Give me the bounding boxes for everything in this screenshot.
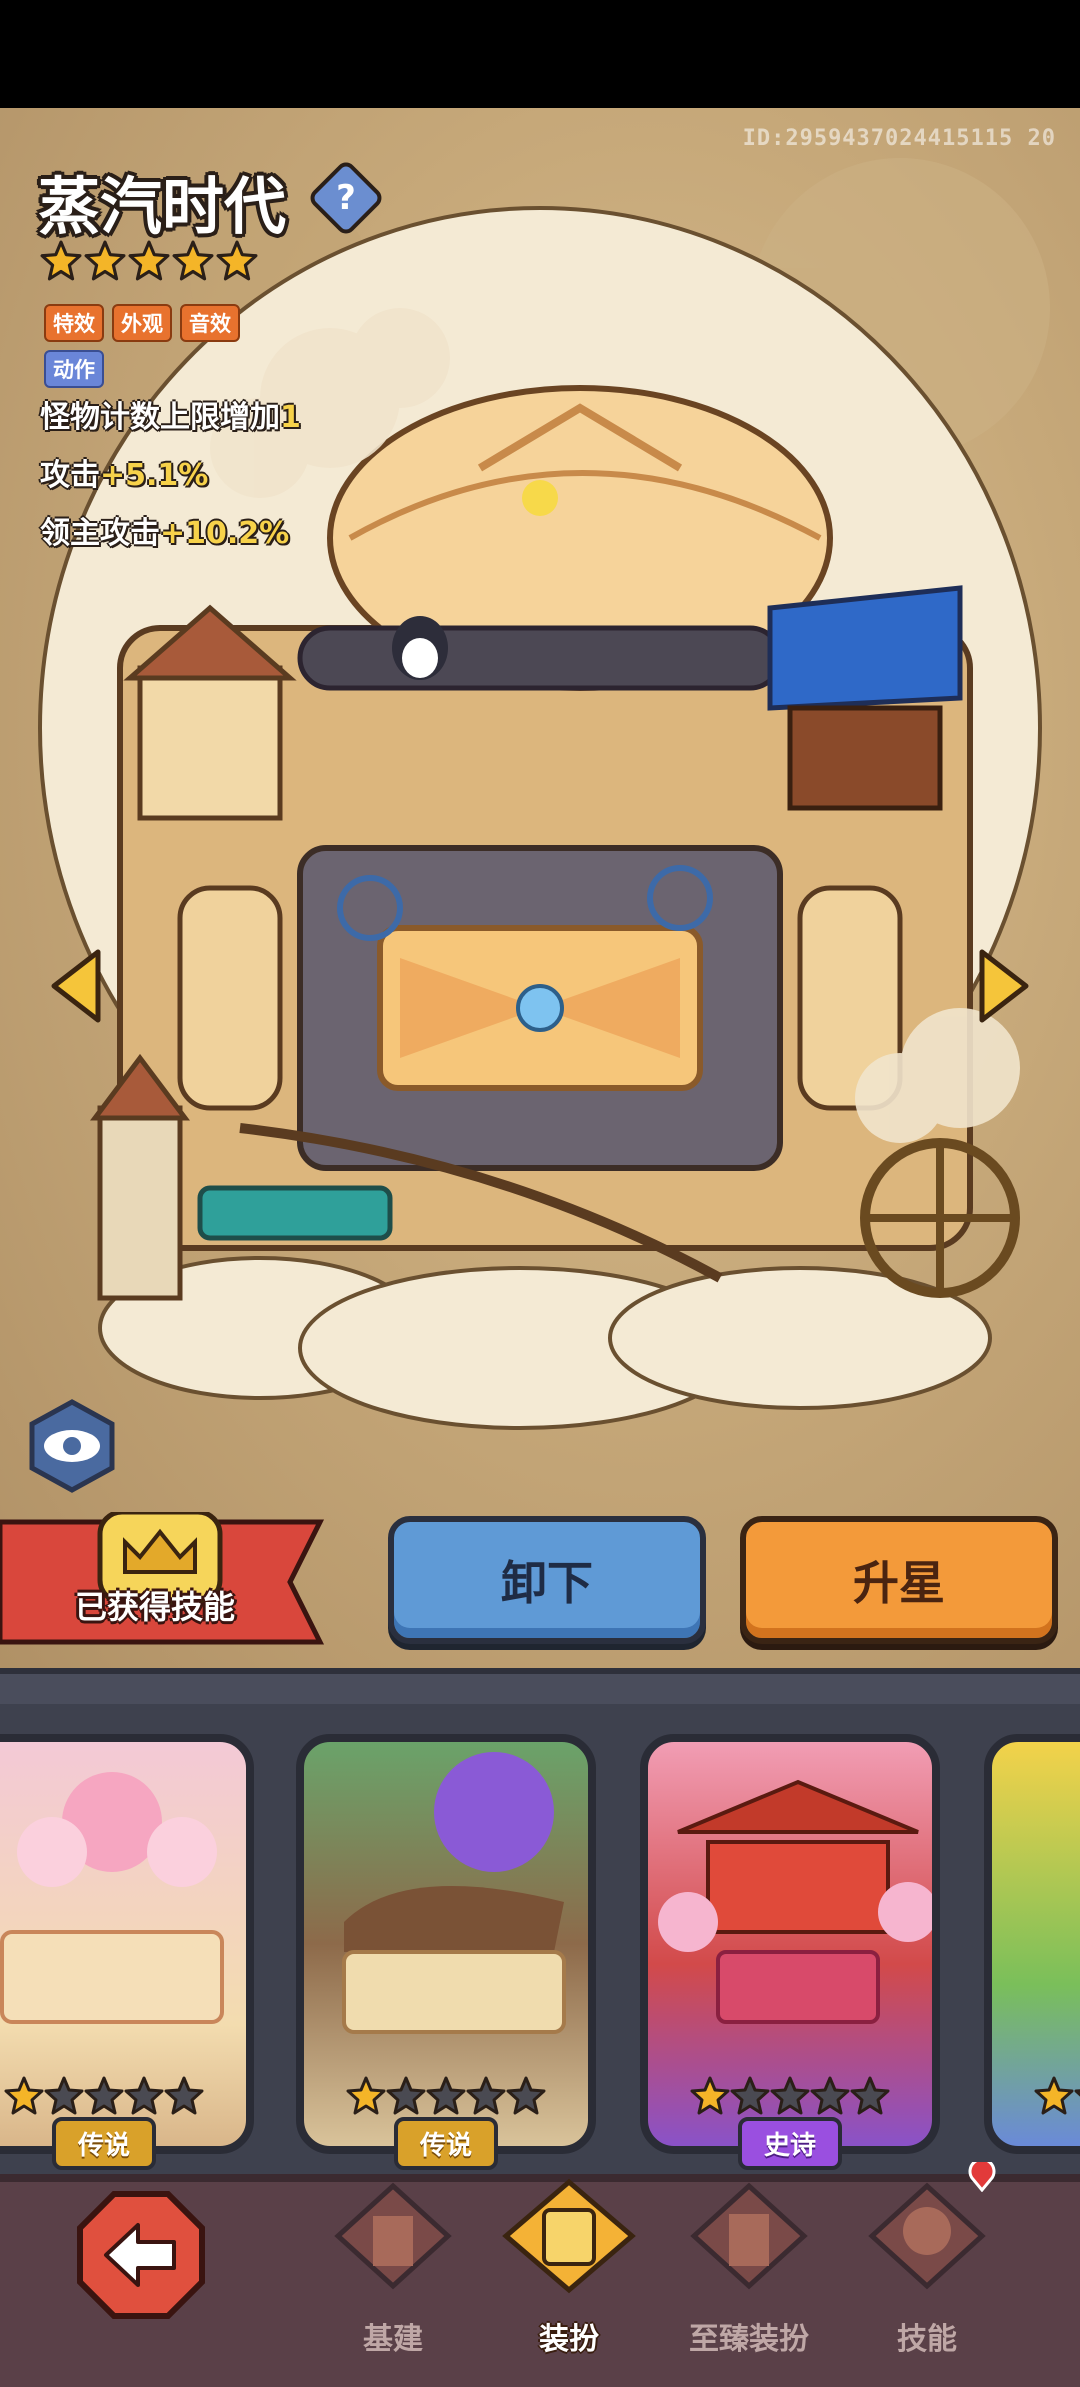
star-empty-icon xyxy=(466,2076,506,2115)
star-empty-icon xyxy=(810,2076,850,2115)
star-empty-icon xyxy=(124,2076,164,2115)
player-id: ID:2959437024415115 20 xyxy=(742,126,1056,151)
buff-item: 怪物计数上限增加1 xyxy=(40,400,301,435)
candy-castle-thumbnail xyxy=(0,1772,224,2024)
premium-dress-icon xyxy=(690,2182,808,2290)
buff-item: 领主攻击+10.2% xyxy=(40,516,290,551)
skin-carousel[interactable]: 传说 传说 史诗 史诗 xyxy=(0,1704,1080,2174)
star-rating xyxy=(40,240,258,282)
card-stars xyxy=(648,2076,932,2116)
nav-premium-dress-up[interactable]: 至臻装扮 xyxy=(674,2176,824,2376)
status-bar xyxy=(0,0,1080,108)
skill-icon xyxy=(868,2182,986,2290)
buff-list: 怪物计数上限增加1 攻击+5.1% 领主攻击+10.2% xyxy=(40,392,301,566)
nav-infrastructure[interactable]: 基建 xyxy=(318,2176,468,2376)
skin-card[interactable] xyxy=(640,1734,940,2154)
star-filled-icon xyxy=(40,240,82,281)
next-arrow-icon[interactable] xyxy=(974,946,1034,1026)
nav-skill[interactable]: 技能 xyxy=(852,2176,1002,2376)
nav-label: 技能 xyxy=(897,2322,957,2357)
notification-dot-icon xyxy=(968,2162,996,2192)
star-filled-icon xyxy=(128,240,170,281)
star-filled-icon xyxy=(690,2076,730,2115)
star-empty-icon xyxy=(426,2076,466,2115)
card-stars xyxy=(0,2076,246,2116)
star-empty-icon xyxy=(44,2076,84,2115)
feature-tag: 特效 xyxy=(44,304,104,342)
star-empty-icon xyxy=(164,2076,204,2115)
feature-tag: 音效 xyxy=(180,304,240,342)
star-empty-icon xyxy=(84,2076,124,2115)
star-empty-icon xyxy=(1074,2089,1080,2097)
rarity-badge: 传说 xyxy=(393,2117,499,2170)
star-filled-icon xyxy=(1034,2076,1074,2115)
star-empty-icon xyxy=(386,2076,426,2115)
skin-title: 蒸汽时代 xyxy=(38,170,287,243)
rarity-badge: 传说 xyxy=(51,2117,157,2170)
prev-arrow-icon[interactable] xyxy=(46,946,106,1026)
star-filled-icon xyxy=(216,240,258,281)
feature-tag: 外观 xyxy=(112,304,172,342)
nav-label: 至臻装扮 xyxy=(689,2322,809,2357)
octopus-ship-thumbnail xyxy=(342,1752,566,2034)
question-icon: ? xyxy=(336,178,356,218)
feature-tags: 特效 外观 音效 xyxy=(44,304,240,342)
nav-dress-up[interactable]: 装扮 xyxy=(494,2176,644,2376)
carousel-header-strip xyxy=(0,1668,1080,1704)
feature-tags-2: 动作 xyxy=(44,350,104,388)
feature-tag: 动作 xyxy=(44,350,104,388)
star-empty-icon xyxy=(506,2076,546,2115)
card-stars xyxy=(992,2076,1080,2116)
skin-card[interactable] xyxy=(0,1734,254,2154)
star-filled-icon xyxy=(84,240,126,281)
rarity-badge: 史诗 xyxy=(737,2117,843,2170)
pillar-icon xyxy=(334,2182,452,2290)
buff-item: 攻击+5.1% xyxy=(40,458,209,493)
obtained-skill-label: 已获得技能 xyxy=(74,1588,235,1626)
card-stars xyxy=(304,2076,588,2116)
skin-card[interactable] xyxy=(296,1734,596,2154)
back-arrow-icon[interactable] xyxy=(76,2190,206,2320)
star-filled-icon xyxy=(346,2076,386,2115)
unequip-button[interactable]: 卸下 xyxy=(388,1516,706,1644)
star-filled-icon xyxy=(172,240,214,281)
star-empty-icon xyxy=(770,2076,810,2115)
sakura-temple-thumbnail xyxy=(658,1779,932,2024)
star-empty-icon xyxy=(730,2076,770,2115)
skin-preview-scene: ID:2959437024415115 20 蒸汽时代 ? 特效 外观 音效 动作 … xyxy=(0,108,1080,1668)
star-empty-icon xyxy=(850,2076,890,2115)
preview-eye-icon[interactable] xyxy=(24,1398,120,1494)
skin-card[interactable] xyxy=(984,1734,1080,2154)
nav-label: 基建 xyxy=(363,2322,423,2357)
dress-up-icon xyxy=(502,2178,636,2294)
nav-label: 装扮 xyxy=(539,2322,599,2357)
upgrade-star-button[interactable]: 升星 xyxy=(740,1516,1058,1644)
steam-era-artwork xyxy=(38,158,1050,1430)
star-filled-icon xyxy=(4,2076,44,2115)
